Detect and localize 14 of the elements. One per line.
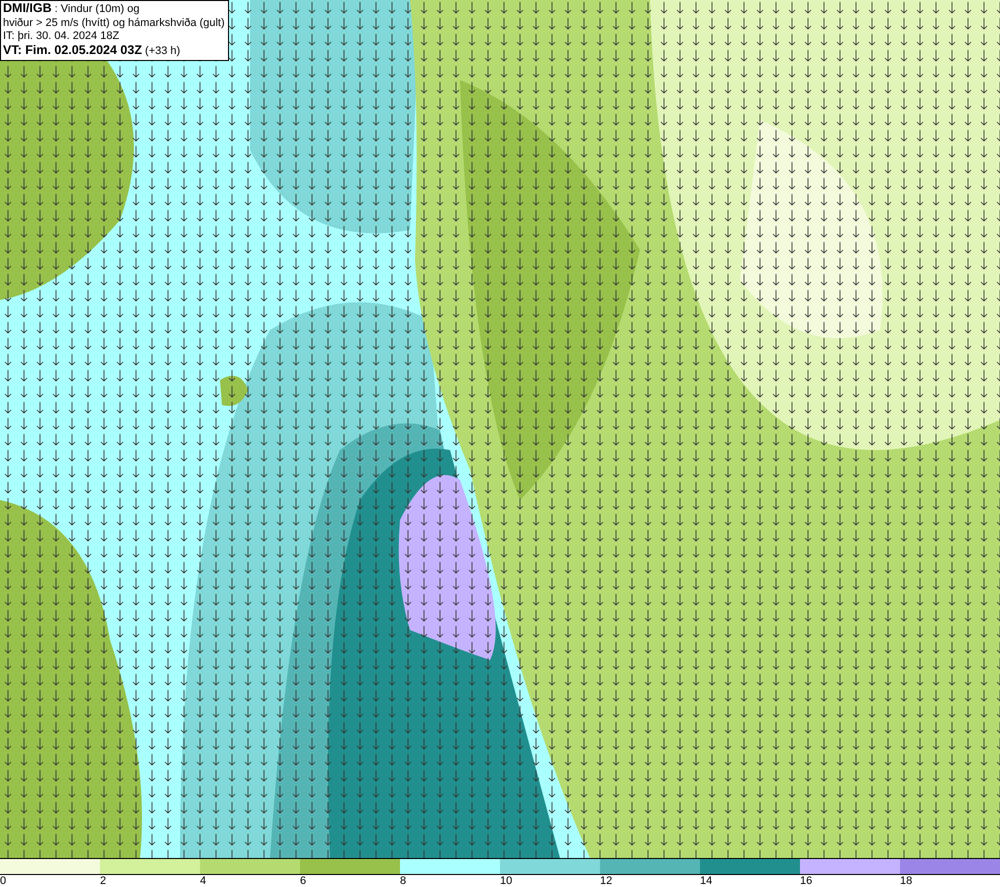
title-text: VT: Fim. 02.05.2024 03Z (+33 h) [3,44,180,58]
legend-label: 12 [600,875,612,887]
legend-label: 18 [900,875,912,887]
legend-label: 8 [400,875,406,887]
legend-label: 4 [200,875,206,887]
title-text: IT: þri. 30. 04. 2024 18Z [3,30,120,44]
legend-label: 6 [300,875,306,887]
title-text: hviður > 25 m/s (hvítt) og hámarkshviða (gult) [3,16,225,30]
legend-label: 2 [100,875,106,887]
legend-label: 0 [0,875,6,887]
legend-label: 10 [500,875,512,887]
legend-label: 16 [800,875,812,887]
title-text: DMI/IGB : Vindur (10m) og [3,2,140,16]
legend-label: 14 [700,875,712,887]
